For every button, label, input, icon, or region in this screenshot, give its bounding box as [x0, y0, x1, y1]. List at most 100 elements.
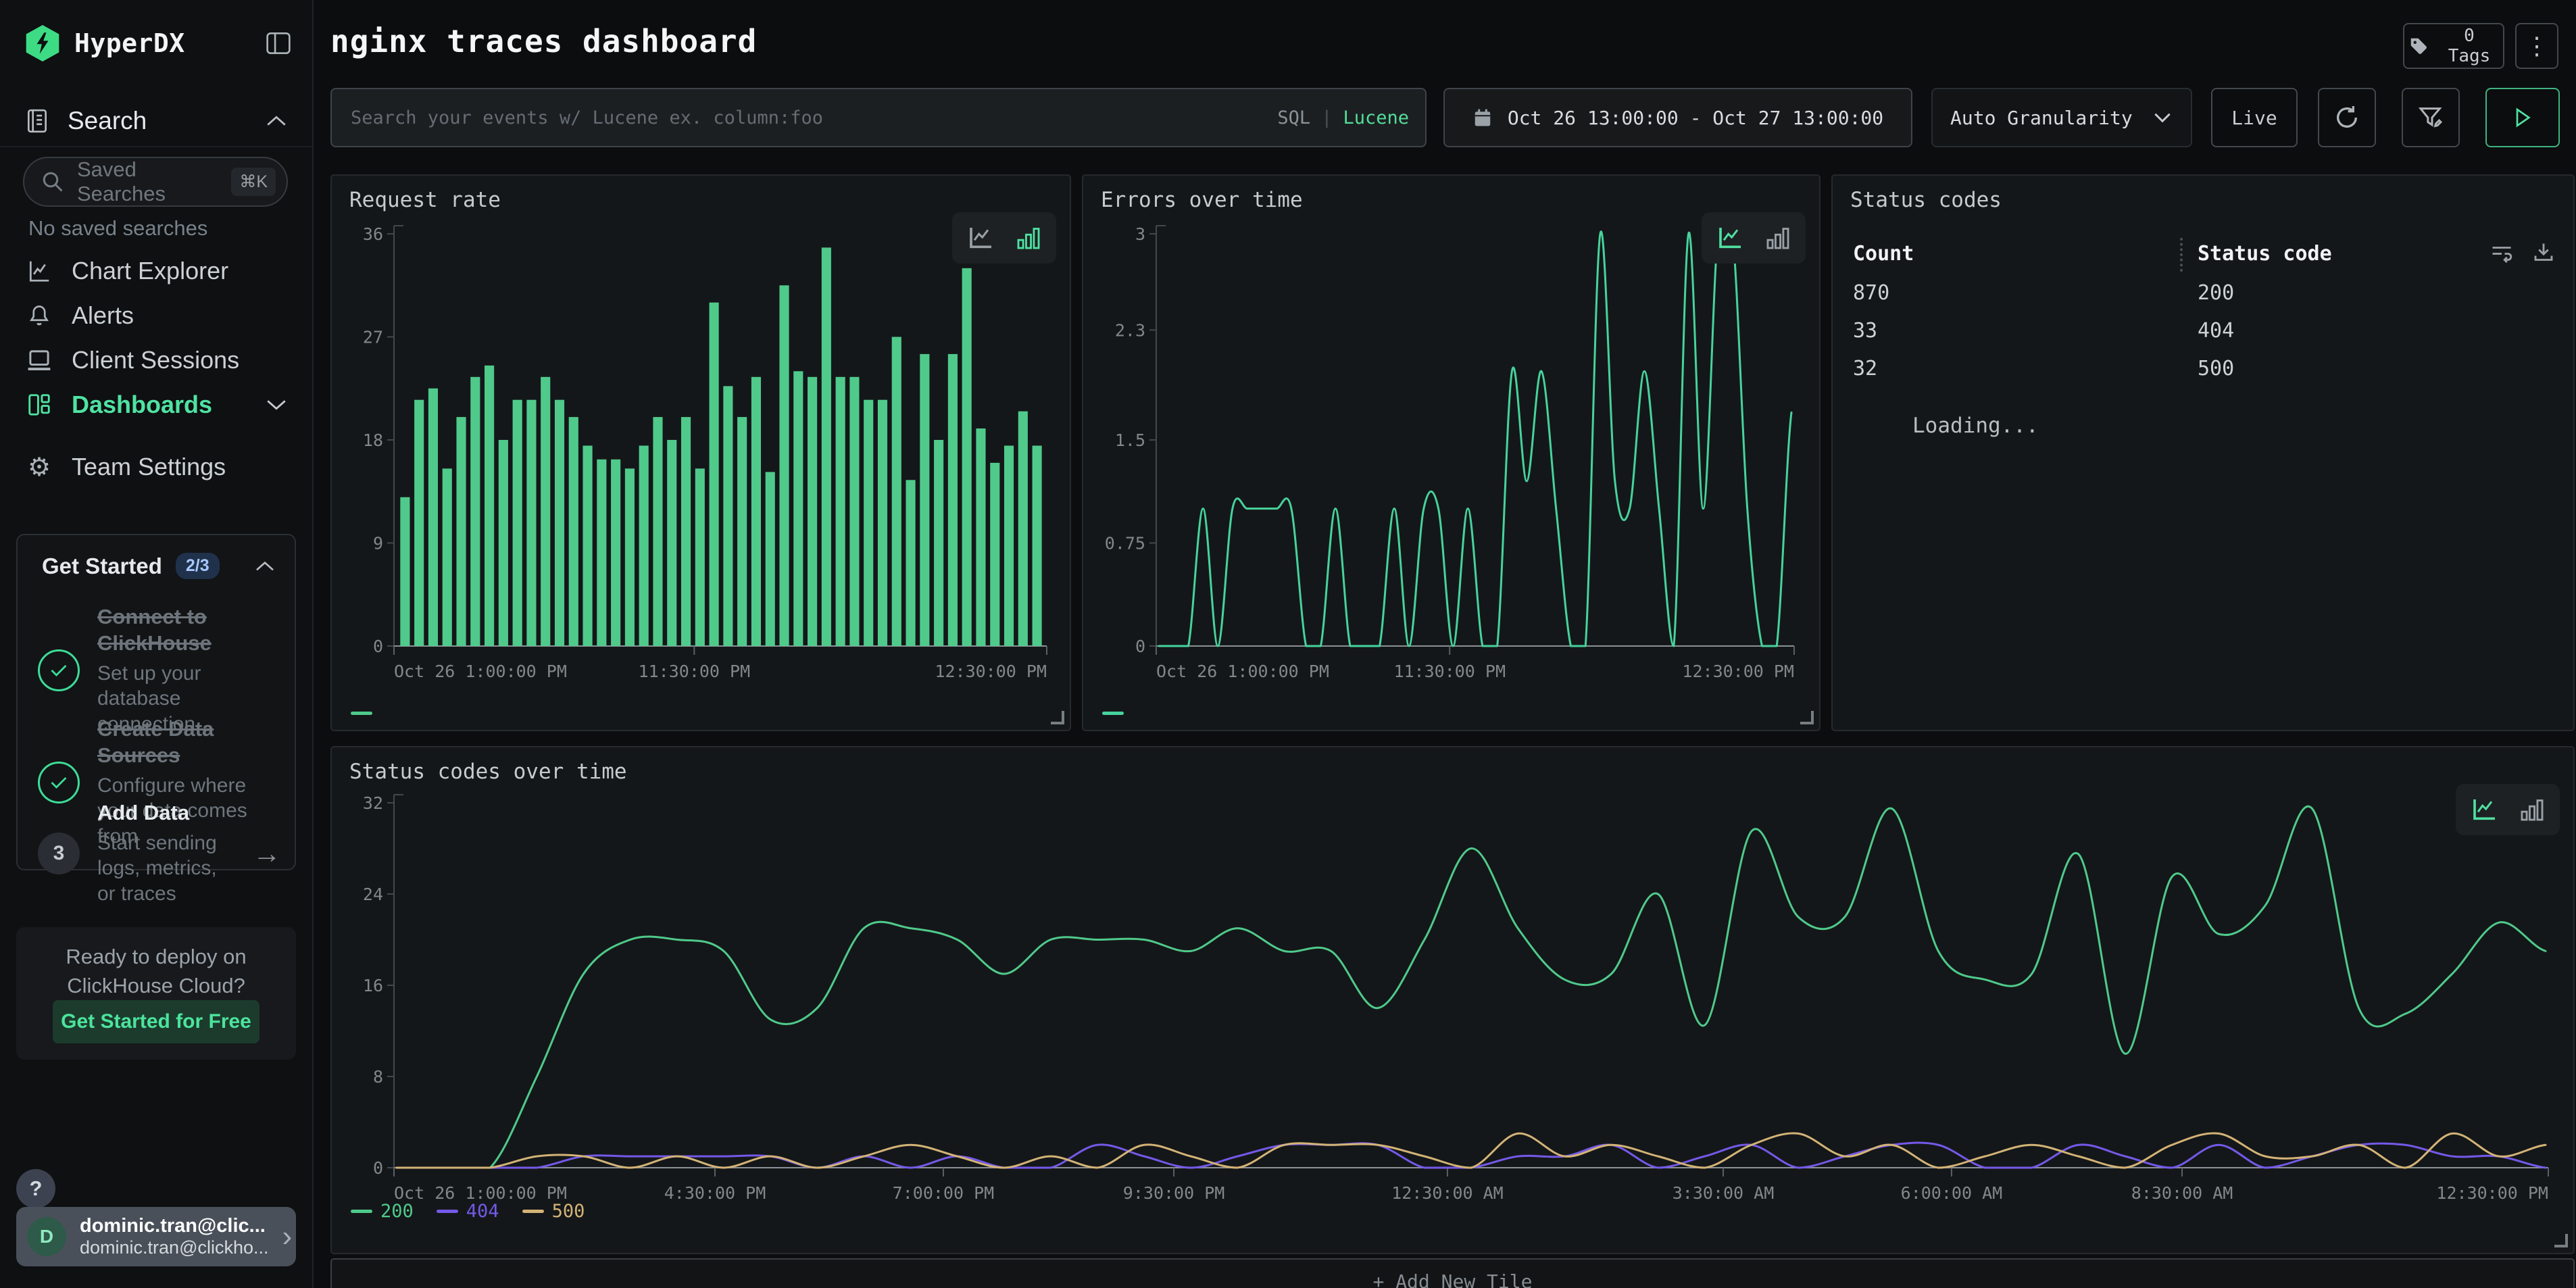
sidebar: HyperDX Search: [0, 0, 314, 1288]
laptop-icon: [24, 348, 54, 372]
sidebar-item-dashboards[interactable]: Dashboards: [24, 385, 288, 424]
sidebar-item-label: Client Sessions: [72, 346, 239, 374]
time-range-value: Oct 26 13:00:00 - Oct 27 13:00:00: [1508, 107, 1883, 129]
step-title: Connect to ClickHouse: [97, 605, 212, 655]
column-divider[interactable]: [2180, 238, 2183, 272]
get-started-title: Get Started: [42, 553, 162, 579]
collapse-sidebar-icon[interactable]: [265, 31, 292, 55]
line-chart-icon[interactable]: [1716, 224, 1745, 251]
svg-text:3: 3: [1135, 224, 1145, 244]
tile-resize-handle[interactable]: [2554, 1234, 2568, 1247]
svg-text:18: 18: [363, 430, 383, 450]
user-account-row[interactable]: D dominic.tran@clic... dominic.tran@clic…: [16, 1207, 296, 1266]
chevron-up-icon[interactable]: [265, 114, 288, 128]
table-cell-status[interactable]: 200: [2198, 281, 2234, 305]
svg-text:0: 0: [373, 637, 383, 656]
svg-text:1.5: 1.5: [1115, 430, 1145, 450]
chevron-up-icon[interactable]: [254, 560, 276, 573]
svg-text:32: 32: [363, 793, 383, 813]
run-query-button[interactable]: [2485, 88, 2560, 147]
table-actions: [2490, 241, 2556, 265]
wrap-text-icon[interactable]: [2490, 241, 2514, 265]
svg-text:2.3: 2.3: [1115, 320, 1145, 340]
svg-text:27: 27: [363, 328, 383, 347]
help-button[interactable]: ?: [16, 1169, 55, 1208]
refresh-button[interactable]: [2318, 88, 2376, 147]
step-title: Create Data Sources: [97, 717, 214, 767]
get-started-step-3[interactable]: 3 Add Data Start sending logs, metrics, …: [38, 800, 281, 906]
legend-dash: [351, 712, 372, 715]
lucene-toggle[interactable]: Lucene: [1343, 107, 1409, 128]
line-chart-icon[interactable]: [2471, 796, 2499, 823]
bar-chart-icon[interactable]: [1765, 224, 1791, 251]
legend-item-500[interactable]: 500: [522, 1201, 585, 1222]
app-title: HyperDX: [74, 28, 185, 58]
sidebar-item-team-settings[interactable]: ⚙ Team Settings: [24, 447, 288, 487]
granularity-select[interactable]: Auto Granularity: [1931, 88, 2192, 147]
table-cell-status[interactable]: 404: [2198, 319, 2234, 343]
svg-text:12:30:00 PM: 12:30:00 PM: [935, 662, 1047, 681]
chart-type-toggle: [1702, 212, 1806, 264]
svg-text:0.75: 0.75: [1105, 534, 1145, 553]
play-icon: [2512, 107, 2533, 128]
add-new-tile-button[interactable]: + Add New Tile: [330, 1258, 2575, 1288]
sidebar-item-alerts[interactable]: Alerts: [24, 296, 288, 335]
time-range-picker[interactable]: Oct 26 13:00:00 - Oct 27 13:00:00: [1443, 88, 1912, 147]
loading-text: Loading...: [1912, 414, 2039, 438]
tags-button[interactable]: 0 Tags: [2403, 23, 2504, 69]
table-cell-count[interactable]: 33: [1853, 319, 1877, 343]
tile-title: Request rate: [349, 188, 501, 212]
sidebar-item-search[interactable]: Search: [24, 101, 288, 141]
saved-searches-input[interactable]: Saved Searches ⌘K: [23, 157, 288, 207]
svg-text:8:30:00 AM: 8:30:00 AM: [2131, 1183, 2233, 1203]
svg-text:Oct 26 1:00:00 PM: Oct 26 1:00:00 PM: [394, 1183, 567, 1203]
legend-item-404[interactable]: 404: [437, 1201, 499, 1222]
sql-toggle[interactable]: SQL: [1277, 107, 1310, 128]
status-codes-over-time-chart: 08162432Oct 26 1:00:00 PM4:30:00 PM7:00:…: [341, 785, 2562, 1211]
table-cell-count[interactable]: 32: [1853, 357, 1877, 380]
arrow-right-icon: →: [253, 837, 281, 870]
filter-button[interactable]: [2402, 88, 2460, 147]
kebab-icon: ⋮: [2525, 32, 2549, 60]
event-search-input[interactable]: Search your events w/ Lucene ex. column:…: [330, 88, 1427, 147]
tile-resize-handle[interactable]: [1800, 711, 1814, 724]
legend-label: 500: [552, 1201, 585, 1222]
sidebar-item-chart-explorer[interactable]: Chart Explorer: [24, 251, 288, 291]
legend-item-200[interactable]: 200: [351, 1201, 414, 1222]
sidebar-item-label: Dashboards: [72, 391, 212, 419]
bar-chart-icon[interactable]: [2519, 796, 2545, 823]
user-name: dominic.tran@clic...: [80, 1215, 269, 1237]
sidebar-item-client-sessions[interactable]: Client Sessions: [24, 341, 288, 380]
tile-resize-handle[interactable]: [1051, 711, 1064, 724]
column-header-status-code[interactable]: Status code: [2198, 242, 2332, 266]
line-chart-icon[interactable]: [967, 224, 995, 251]
bell-icon: [24, 303, 54, 328]
tile-status-codes-over-time: Status codes over time 08162432Oct 26 1:…: [330, 746, 2575, 1254]
page-title: nginx traces dashboard: [330, 23, 757, 59]
table-cell-status[interactable]: 500: [2198, 357, 2234, 380]
clickhouse-cloud-card: Ready to deploy on ClickHouse Cloud? Get…: [16, 927, 296, 1060]
svg-text:12:30:00 AM: 12:30:00 AM: [1391, 1183, 1504, 1203]
table-cell-count[interactable]: 870: [1853, 281, 1889, 305]
refresh-icon: [2333, 104, 2360, 131]
legend-dash: [437, 1210, 458, 1213]
avatar: D: [27, 1217, 66, 1256]
bar-chart-icon[interactable]: [1016, 224, 1041, 251]
svg-text:9:30:00 PM: 9:30:00 PM: [1123, 1183, 1225, 1203]
svg-text:16: 16: [363, 976, 383, 995]
live-button[interactable]: Live: [2211, 88, 2298, 147]
svg-text:9: 9: [373, 534, 383, 553]
filter-icon: [2417, 104, 2444, 131]
svg-text:12:30:00 PM: 12:30:00 PM: [1682, 662, 1794, 681]
get-started-free-button[interactable]: Get Started for Free: [53, 1000, 259, 1043]
step-number-badge: 3: [38, 833, 80, 874]
get-started-header[interactable]: Get Started 2/3: [42, 553, 276, 579]
chart-explorer-icon: [24, 258, 54, 284]
sidebar-item-label: Alerts: [72, 301, 134, 330]
kebab-menu-button[interactable]: ⋮: [2515, 23, 2558, 69]
sidebar-item-label: Team Settings: [72, 453, 226, 481]
download-icon[interactable]: [2531, 241, 2556, 265]
column-header-count[interactable]: Count: [1853, 242, 1914, 266]
deploy-text-line1: Ready to deploy on: [16, 942, 296, 971]
svg-text:8: 8: [373, 1067, 383, 1087]
